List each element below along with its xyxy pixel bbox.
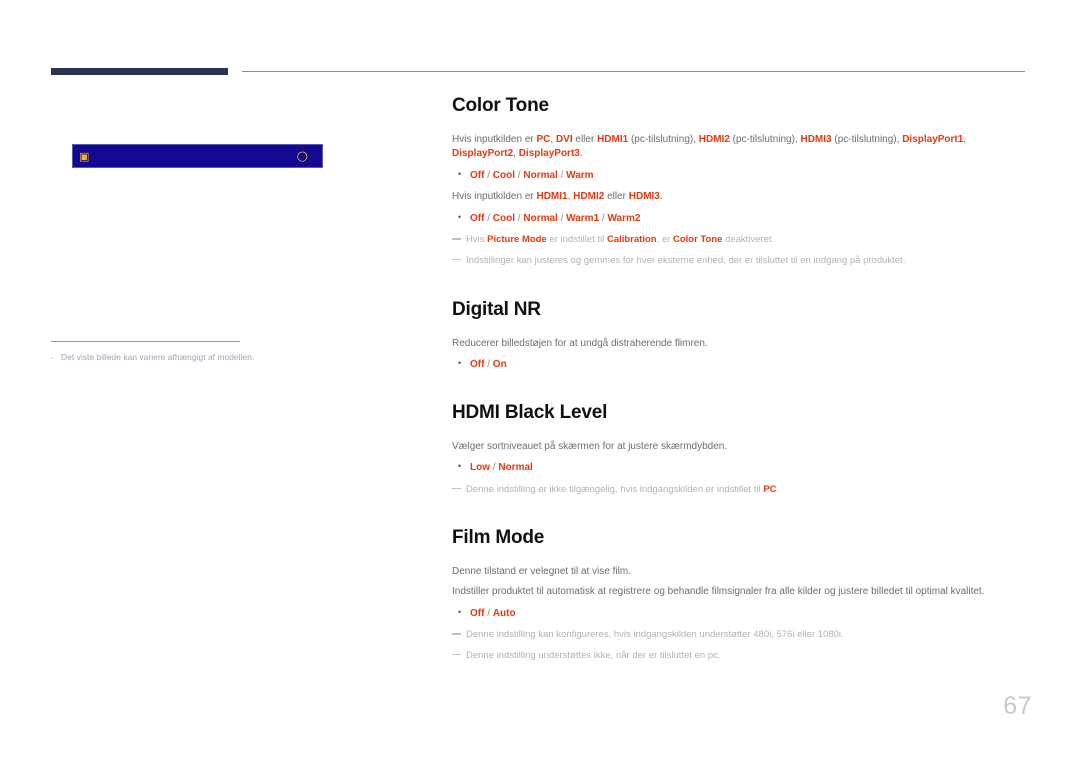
color-tone-paragraph-1: Hvis inputkilden er PC, DVI eller HDMI1 … (452, 133, 967, 160)
section-title-digital-nr: Digital NR (452, 298, 541, 320)
film-mode-note-2: Denne indstilling understøttes ikke, når… (452, 649, 1027, 663)
footnote-divider (51, 341, 240, 342)
section-hdmi-black-level: HDMI Black Level Vælger sortniveauet på … (452, 401, 1027, 497)
option-value: Off (470, 607, 485, 619)
option-separator: / (484, 359, 493, 371)
page-header-rule (51, 68, 1025, 75)
option-value: Warm (566, 169, 594, 181)
color-tone-paragraph-2: Hvis inputkilden er HDMI1, HDMI2 eller H… (452, 191, 663, 203)
option-separator: / (484, 607, 493, 619)
keyword: PC (536, 133, 551, 145)
digital-nr-options: Off / On (452, 357, 1027, 373)
footnote-text: Det viste billede kan variere afhængigt … (61, 352, 255, 362)
option-value: Off (470, 212, 485, 224)
option-value: Warm1 (566, 212, 600, 224)
option-value: Normal (523, 212, 558, 224)
chapter-tab-bar (51, 68, 228, 75)
option-value: Auto (492, 607, 516, 619)
section-film-mode: Film Mode Denne tilstand er velegnet til… (452, 526, 1027, 663)
keyword: Picture Mode (487, 234, 547, 246)
color-tone-options-1: Off / Cool / Normal / Warm (452, 168, 1027, 184)
keyword: Color Tone (672, 234, 723, 246)
option-separator: / (557, 212, 567, 224)
power-icon: ○ (296, 149, 308, 164)
hdmi-black-level-note-1: Denne indstilling er ikke tilgængelig, h… (452, 483, 1027, 497)
lock-icon: ▣ (79, 150, 90, 163)
film-mode-options: Off / Auto (452, 606, 1027, 622)
option-value: Normal (523, 169, 558, 181)
section-color-tone: Color Tone Hvis inputkilden er PC, DVI e… (452, 95, 1027, 268)
keyword: PC (763, 483, 777, 495)
hdmi-black-level-options: Low / Normal (452, 460, 1027, 476)
keyword: HDMI3 (628, 191, 660, 203)
color-tone-note-2: Indstillinger kan justeres og gemmes for… (452, 254, 1027, 268)
section-title-hdmi-black-level: HDMI Black Level (452, 401, 608, 423)
option-value: On (492, 359, 507, 371)
option-value: Warm2 (607, 212, 641, 224)
option-value: Cool (492, 169, 516, 181)
color-tone-note-1: Hvis Picture Mode er indstillet til Cali… (452, 233, 1027, 247)
option-separator: / (484, 169, 493, 181)
section-title-film-mode: Film Mode (452, 526, 545, 548)
right-column: Color Tone Hvis inputkilden er PC, DVI e… (452, 95, 1027, 669)
keyword: HDMI2 (573, 191, 605, 203)
section-digital-nr: Digital NR Reducerer billedstøjen for at… (452, 298, 1027, 373)
figure-footnote: - Det viste billede kan variere afhængigt… (51, 352, 381, 363)
keyword: DVI (555, 133, 573, 145)
keyword: DisplayPort2 (452, 148, 514, 160)
keyword: Calibration (606, 234, 657, 246)
keyword: HDMI3 (800, 133, 832, 145)
keyword: HDMI1 (597, 133, 629, 145)
keyword: HDMI2 (698, 133, 730, 145)
option-value: Low (470, 462, 490, 474)
osd-menu-figure: ▣ ○ (72, 144, 323, 168)
option-separator: / (484, 212, 493, 224)
hdmi-black-level-paragraph-1: Vælger sortniveauet på skærmen for at ju… (452, 440, 728, 452)
option-value: Normal (498, 462, 533, 474)
color-tone-options-2: Off / Cool / Normal / Warm1 / Warm2 (452, 211, 1027, 227)
option-value: Off (470, 359, 485, 371)
section-title-color-tone: Color Tone (452, 95, 549, 116)
footnote-dash: - (51, 352, 54, 362)
page-number: 67 (1003, 692, 1032, 720)
film-mode-note-1: Denne indstilling kan konfigureres, hvis… (452, 628, 1027, 642)
digital-nr-paragraph-1: Reducerer billedstøjen for at undgå dist… (452, 337, 708, 349)
header-divider-line (242, 71, 1025, 72)
film-mode-paragraph-1: Denne tilstand er velegnet til at vise f… (452, 565, 631, 577)
option-value: Off (470, 169, 485, 181)
option-value: Cool (492, 212, 516, 224)
keyword: HDMI1 (536, 191, 568, 203)
keyword: DisplayPort3 (518, 148, 580, 160)
keyword: DisplayPort1 (902, 133, 964, 145)
option-separator: / (557, 169, 567, 181)
film-mode-paragraph-2: Indstiller produktet til automatisk at r… (452, 586, 985, 598)
